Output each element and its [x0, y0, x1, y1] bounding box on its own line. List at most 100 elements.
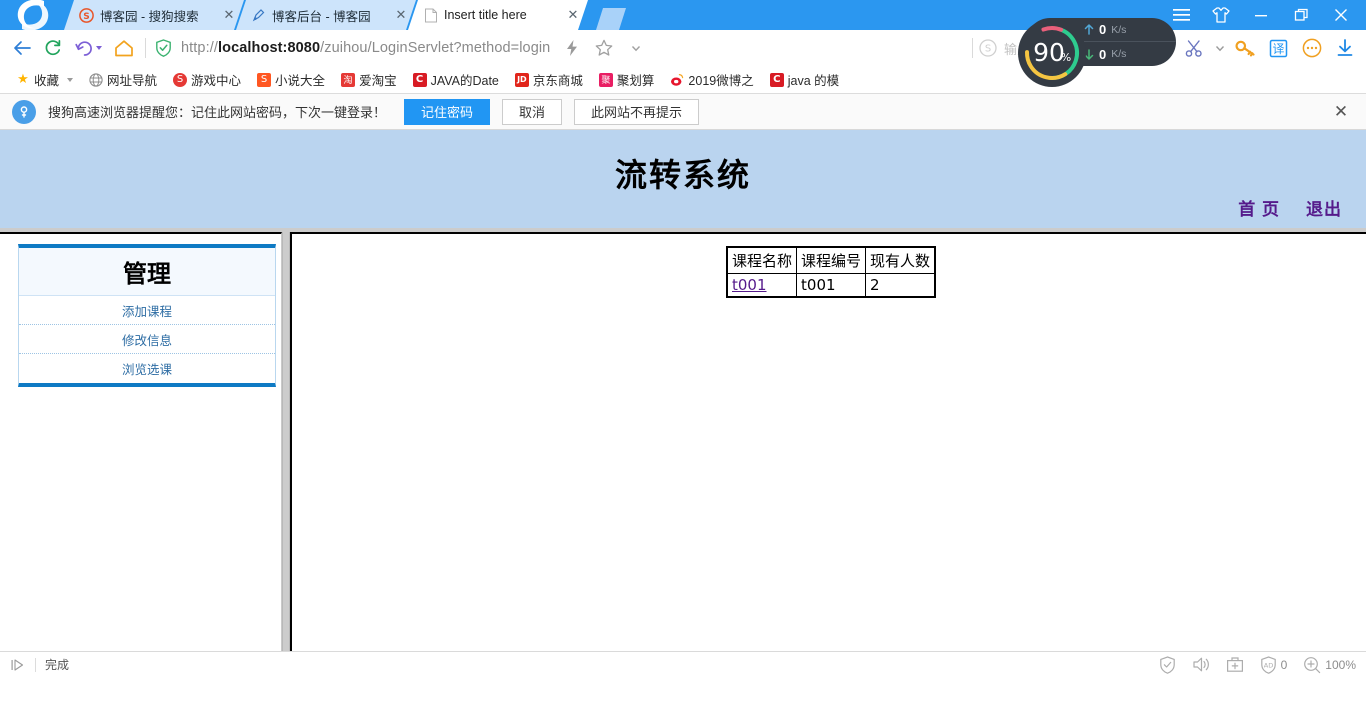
- browser-navigation-bar: http://localhost:8080/zuihou/LoginServle…: [0, 18, 1366, 87]
- csdn-c-icon: C: [769, 72, 784, 87]
- tab-close-icon[interactable]: ✕: [220, 6, 238, 24]
- never-for-this-site-button[interactable]: 此网站不再提示: [574, 98, 700, 125]
- sogou-s-icon: S: [78, 7, 95, 24]
- status-text: 完成: [45, 658, 70, 672]
- bookmark-label: 小说大全: [275, 74, 326, 88]
- remember-password-button[interactable]: 记住密码: [404, 98, 491, 125]
- translate-icon[interactable]: 译: [1263, 33, 1294, 63]
- new-tab-button[interactable]: [594, 8, 630, 30]
- management-menu: 管理 添加课程 修改信息 浏览选课: [18, 244, 276, 387]
- tab-title: Insert title here: [444, 8, 527, 22]
- juhuasuan-icon: 聚: [598, 72, 613, 87]
- key-circle-icon: [12, 99, 36, 124]
- bookmark-taobao[interactable]: 淘 爱淘宝: [333, 69, 405, 91]
- upload-speed-unit: K/s: [1111, 23, 1127, 36]
- download-icon[interactable]: [1329, 33, 1360, 63]
- upload-speed-value: 0: [1099, 22, 1107, 37]
- address-url-path: /zuihou/LoginServlet?method=login: [320, 40, 551, 56]
- zoom-in-icon: [1304, 656, 1321, 673]
- blog-pen-icon: [250, 7, 267, 24]
- bookmark-favorites[interactable]: ★ 收藏: [8, 69, 81, 91]
- star-caret-icon[interactable]: [620, 33, 651, 63]
- skin-icon[interactable]: [1202, 0, 1240, 30]
- cell-current-count: 2: [865, 273, 936, 298]
- home-icon[interactable]: [108, 33, 139, 63]
- network-speed-widget[interactable]: 0 K/s 0 K/s 90 %: [1018, 18, 1176, 87]
- chevron-down-icon[interactable]: [67, 77, 74, 82]
- back-arrow-icon[interactable]: [6, 33, 37, 63]
- browser-tab-3-active[interactable]: Insert title here ✕: [408, 0, 588, 30]
- sound-icon[interactable]: [1192, 656, 1210, 673]
- toolbar-divider: [145, 38, 146, 58]
- search-divider: [972, 38, 973, 58]
- inner-frame-scrollbar[interactable]: [282, 232, 290, 651]
- cell-course-code: t001: [796, 273, 867, 298]
- page-title: 流转系统: [614, 156, 751, 194]
- lightning-icon[interactable]: [556, 33, 587, 63]
- restore-button[interactable]: [1282, 0, 1320, 30]
- table-row: t001 t001 2: [726, 273, 936, 298]
- svg-text:AD: AD: [1263, 661, 1272, 669]
- ad-block-counter[interactable]: AD 0: [1260, 655, 1288, 674]
- browser-tab-2[interactable]: 博客后台 - 博客园 ✕: [236, 0, 416, 30]
- taobao-icon: 淘: [341, 72, 356, 87]
- bookmark-jd[interactable]: JD 京东商城: [507, 69, 591, 91]
- toolbox-icon[interactable]: [1226, 656, 1244, 673]
- svg-text:S: S: [83, 12, 89, 22]
- more-dots-icon[interactable]: [1296, 33, 1327, 63]
- sidebar-item-modify-info[interactable]: 修改信息: [19, 325, 275, 354]
- novel-icon: S: [257, 72, 272, 87]
- tab-title: 博客园 - 搜狗搜索: [100, 9, 199, 24]
- sidebar-item-add-course[interactable]: 添加课程: [19, 296, 275, 325]
- bookmark-weibo[interactable]: 2019微博之: [662, 69, 761, 91]
- nav-link-home[interactable]: 首 页: [1238, 195, 1280, 220]
- bookmark-label: 收藏: [34, 74, 60, 88]
- close-button[interactable]: [1322, 0, 1360, 30]
- close-icon[interactable]: ✕: [1328, 99, 1354, 125]
- scissors-caret-icon[interactable]: [1212, 33, 1228, 63]
- csdn-c-icon: C: [412, 72, 427, 87]
- bookmark-label: 网址导航: [107, 74, 158, 88]
- blank-page-icon: [422, 7, 439, 24]
- tab-close-icon[interactable]: ✕: [564, 6, 582, 24]
- course-table: 课程名称 课程编号 现有人数 t001 t001 2: [726, 246, 937, 298]
- address-bar[interactable]: http://localhost:8080/zuihou/LoginServle…: [152, 33, 966, 63]
- bookmark-site-nav[interactable]: 网址导航: [81, 69, 165, 91]
- shield-icon[interactable]: [1159, 655, 1176, 674]
- svg-text:%: %: [1061, 51, 1071, 64]
- site-top-nav: 首 页 退出: [1238, 195, 1342, 220]
- notification-message: 搜狗高速浏览器提醒您：记住此网站密码，下次一键登录！: [48, 105, 387, 120]
- key-icon[interactable]: [1230, 33, 1261, 63]
- address-url-text: http://localhost:8080/zuihou/LoginServle…: [181, 40, 551, 56]
- sidebar-item-browse-courses[interactable]: 浏览选课: [19, 354, 275, 383]
- download-speed-row: 0 K/s: [1084, 42, 1176, 66]
- column-header-course-name: 课程名称: [726, 246, 798, 274]
- ad-block-count: 0: [1280, 657, 1288, 672]
- nav-link-logout[interactable]: 退出: [1306, 195, 1342, 220]
- speed-gauge-icon: 90 %: [1018, 19, 1086, 87]
- bookmark-java-date[interactable]: C JAVA的Date: [405, 69, 507, 91]
- site-header: 流转系统 首 页 退出: [0, 130, 1366, 228]
- star-icon[interactable]: [588, 33, 619, 63]
- bookmark-juhuasuan[interactable]: 聚 聚划算: [591, 69, 663, 91]
- minimize-button[interactable]: [1242, 0, 1280, 30]
- browser-tab-1[interactable]: S 博客园 - 搜狗搜索 ✕: [64, 0, 244, 30]
- play-pointer-icon[interactable]: [10, 658, 26, 672]
- star-icon: ★: [17, 72, 29, 87]
- reload-icon[interactable]: [37, 33, 68, 63]
- bookmarks-bar: ★ 收藏 网址导航 S 游戏中心 S 小说大全 淘 爱淘宝 C JAVA的Dat…: [0, 66, 1366, 94]
- cancel-button[interactable]: 取消: [502, 98, 563, 125]
- history-arrow-icon[interactable]: [68, 33, 108, 63]
- bookmark-novels[interactable]: S 小说大全: [249, 69, 333, 91]
- ad-block-icon: AD: [1260, 655, 1276, 674]
- scissors-icon[interactable]: [1179, 33, 1210, 63]
- zoom-level-control[interactable]: 100%: [1303, 656, 1356, 674]
- course-name-link[interactable]: t001: [732, 276, 767, 294]
- bookmark-label: 游戏中心: [191, 74, 242, 88]
- menu-heading: 管理: [19, 248, 275, 296]
- history-caret-icon[interactable]: [95, 46, 102, 50]
- bookmark-game-center[interactable]: S 游戏中心: [165, 69, 249, 91]
- address-bar-actions: [550, 33, 651, 63]
- status-bar-icons: AD 0 100%: [1159, 655, 1356, 674]
- bookmark-java-model[interactable]: C java 的模: [762, 69, 847, 91]
